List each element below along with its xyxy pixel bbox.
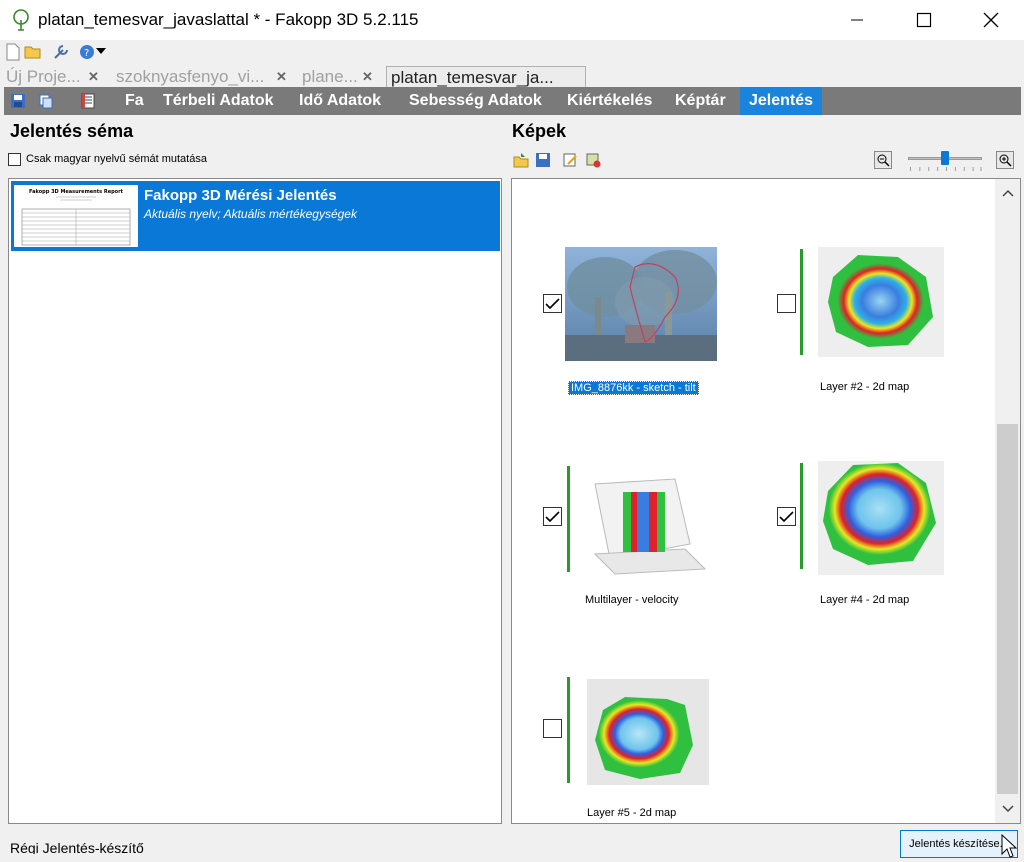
zoom-slider-thumb[interactable]: [941, 151, 949, 165]
image-2-caption: Layer #2 - 2d map: [820, 381, 910, 393]
save-images-icon[interactable]: [535, 152, 551, 168]
scroll-thumb[interactable]: [997, 424, 1018, 794]
copy-icon[interactable]: [38, 93, 54, 109]
checkmark-icon: [545, 297, 560, 309]
schema-thumbnail: Fakopp 3D Measurements Report: [14, 185, 138, 247]
doc-tab-2[interactable]: szoknyasfenyo_vi... ✕: [112, 66, 292, 88]
open-folder-icon[interactable]: [24, 43, 42, 61]
doc-tab-label: szoknyasfenyo_vi...: [116, 67, 265, 86]
image-5-caption: Layer #5 - 2d map: [587, 807, 677, 819]
wrench-icon[interactable]: [52, 43, 70, 61]
doc-tab-label: plane...: [302, 67, 358, 86]
image-4-checkbox[interactable]: [777, 507, 796, 526]
legacy-report-builder-link[interactable]: Régi Jelentés-készítő: [10, 840, 144, 854]
report-book-icon[interactable]: [80, 93, 96, 109]
minimize-button[interactable]: [834, 0, 880, 40]
document-tabs: Új Proje... ✕ szoknyasfenyo_vi... ✕ plan…: [0, 64, 1024, 88]
close-tab-icon[interactable]: ✕: [88, 70, 99, 83]
doc-tab-4[interactable]: platan_temesvar_ja...: [386, 66, 586, 88]
title-bar: platan_temesvar_javaslattal * - Fakopp 3…: [0, 0, 1024, 40]
chevron-down-icon: [1001, 805, 1014, 813]
edit-image-icon[interactable]: [562, 152, 578, 168]
hungarian-only-label: Csak magyar nyelvű sémát mutatása: [26, 153, 207, 165]
zoom-in-button[interactable]: [996, 151, 1014, 169]
doc-tab-label: platan_temesvar_ja...: [391, 68, 554, 87]
image-4-caption: Layer #4 - 2d map: [820, 594, 910, 606]
image-5-checkbox[interactable]: [543, 719, 562, 738]
scroll-up-button[interactable]: [995, 183, 1020, 203]
images-title: Képek: [512, 121, 567, 141]
window-title: platan_temesvar_javaslattal * - Fakopp 3…: [38, 10, 419, 29]
schema-list: Fakopp 3D Measurements Report Fakopp 3D …: [8, 178, 502, 824]
zoom-out-icon: [877, 154, 890, 167]
main-toolbar: ?: [0, 40, 1024, 64]
report-preview-image: Fakopp 3D Measurements Report: [21, 189, 131, 246]
menu-kiertekeles[interactable]: Kiértékelés: [558, 87, 661, 115]
mouse-cursor-icon: [1001, 834, 1018, 858]
close-tab-icon[interactable]: ✕: [276, 70, 287, 83]
checkmark-icon: [779, 510, 794, 522]
maximize-button[interactable]: [901, 0, 947, 40]
menu-terbeli-adatok[interactable]: Térbeli Adatok: [154, 87, 283, 115]
menu-fa[interactable]: Fa: [116, 87, 153, 115]
zoom-out-button[interactable]: [874, 151, 892, 169]
image-4-thumbnail[interactable]: [798, 461, 948, 575]
save-icon[interactable]: [10, 93, 26, 109]
close-icon: [983, 12, 999, 28]
schema-subtitle: Aktuális nyelv; Aktuális mértékegységek: [144, 207, 357, 221]
module-menu-bar: Fa Térbeli Adatok Idő Adatok Sebesség Ad…: [4, 87, 1021, 115]
hungarian-only-checkbox[interactable]: [8, 153, 21, 166]
close-button[interactable]: [968, 0, 1014, 40]
checkmark-icon: [545, 510, 560, 522]
close-tab-icon[interactable]: ✕: [362, 70, 373, 83]
doc-tab-label: Új Proje...: [6, 67, 81, 86]
schema-title: Fakopp 3D Mérési Jelentés: [144, 187, 337, 204]
report-thumb-heading: Fakopp 3D Measurements Report: [29, 189, 124, 195]
zoom-slider-ticks: [910, 167, 982, 171]
image-1-caption[interactable]: IMG_8876kk - sketch - tilt: [568, 381, 699, 395]
schema-item[interactable]: Fakopp 3D Measurements Report Fakopp 3D …: [11, 181, 500, 251]
tree-icon: [13, 9, 29, 31]
chevron-up-icon: [1001, 189, 1014, 197]
report-schema-title: Jelentés séma: [10, 121, 134, 141]
scroll-down-button[interactable]: [995, 799, 1020, 819]
menu-ido-adatok[interactable]: Idő Adatok: [290, 87, 390, 115]
menu-jelentes[interactable]: Jelentés: [740, 87, 823, 115]
help-icon[interactable]: ?: [78, 43, 96, 61]
maximize-icon: [916, 12, 932, 28]
export-folder-icon[interactable]: [513, 152, 529, 168]
chevron-down-icon[interactable]: [95, 46, 107, 56]
minimize-icon: [851, 19, 863, 21]
menu-sebesseg-adatok[interactable]: Sebesség Adatok: [400, 87, 551, 115]
zoom-in-icon: [999, 154, 1012, 167]
delete-image-icon[interactable]: [585, 152, 601, 168]
svg-text:?: ?: [84, 48, 89, 59]
doc-tab-1[interactable]: Új Proje... ✕: [2, 66, 102, 88]
image-3-thumbnail[interactable]: [565, 464, 717, 578]
gallery-scrollbar[interactable]: [995, 179, 1020, 823]
image-2-checkbox[interactable]: [777, 294, 796, 313]
image-gallery: IMG_8876kk - sketch - tilt Layer #2 - 2d…: [511, 178, 1021, 824]
image-5-thumbnail[interactable]: [565, 675, 715, 789]
image-3-caption: Multilayer - velocity: [585, 594, 679, 606]
menu-keptar[interactable]: Képtár: [666, 87, 735, 115]
image-2-thumbnail[interactable]: [798, 247, 948, 361]
doc-tab-3[interactable]: plane... ✕: [298, 66, 380, 88]
image-3-checkbox[interactable]: [543, 507, 562, 526]
new-file-icon[interactable]: [4, 43, 22, 61]
image-1-thumbnail[interactable]: [565, 247, 717, 361]
image-1-checkbox[interactable]: [543, 294, 562, 313]
